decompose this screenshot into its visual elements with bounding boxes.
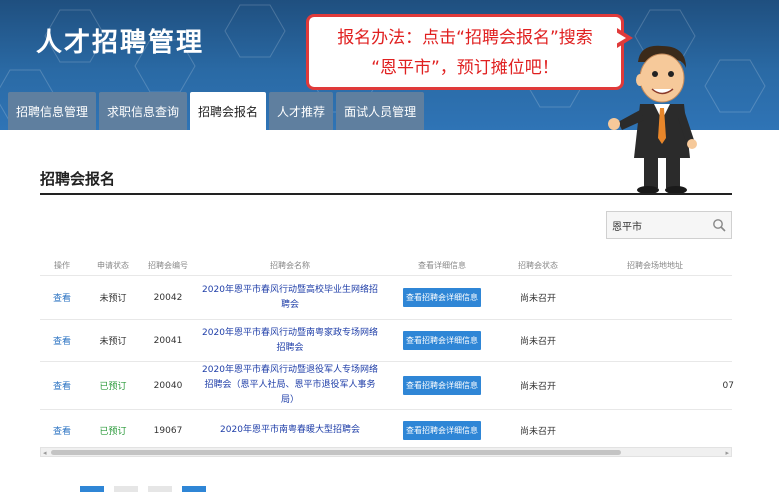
section-title: 招聘会报名 [40,170,116,188]
view-details-button[interactable]: 查看招聘会详细信息 [403,288,481,307]
callout-line-2: “恩平市”，预订摊位吧！ [371,58,559,78]
header-apply-status: 申请状态 [97,260,129,270]
fair-name-link[interactable]: 2020年恩平市春风行动暨高校毕业生网络招聘会 [194,283,386,313]
pagination-button[interactable] [148,486,172,492]
table-row: 查看 未预订 20042 2020年恩平市春风行动暨高校毕业生网络招聘会 查看招… [40,275,732,319]
callout-line-1: 报名办法：点击“招聘会报名”搜索 [337,28,593,48]
header-fair-id: 招聘会编号 [148,260,188,270]
job-fair-table: 操作 申请状态 招聘会编号 招聘会名称 查看详细信息 招聘会状态 招聘会场地地址… [40,255,734,451]
fair-id: 19067 [153,425,183,436]
callout-bubble: 报名办法：点击“招聘会报名”搜索 “恩平市”，预订摊位吧！ [306,14,624,90]
scroll-right-arrow-icon[interactable]: ▸ [725,449,729,457]
horizontal-scrollbar[interactable]: ◂ ▸ [40,447,732,457]
fair-name-link[interactable]: 2020年恩平市春风行动暨南粤家政专场网络招聘会 [194,326,386,356]
pagination-button[interactable] [182,486,206,492]
venue-address: 07 [722,380,734,391]
table-row: 查看 已预订 19067 2020年恩平市南粤春暖大型招聘会 查看招聘会详细信息… [40,409,732,451]
section-divider [40,193,732,195]
fair-status: 尚未召开 [519,337,556,347]
pagination-button[interactable] [80,486,104,492]
main-tabs: 招聘信息管理 求职信息查询 招聘会报名 人才推荐 面试人员管理 [8,92,427,130]
pagination-button[interactable] [114,486,138,492]
fair-status: 尚未召开 [519,382,556,392]
detail-cell: 查看招聘会详细信息 [386,331,498,350]
header-venue-address: 招聘会场地地址 [627,260,683,270]
fair-status: 尚未召开 [519,294,556,304]
fair-id: 20042 [153,292,183,303]
view-link[interactable]: 查看 [40,334,84,347]
fair-status: 尚未召开 [519,427,556,437]
header-fair-status: 招聘会状态 [518,260,558,270]
tab-job-search[interactable]: 求职信息查询 [99,92,188,130]
view-link[interactable]: 查看 [40,424,84,437]
search-input-value: 恩平市 [612,221,642,233]
detail-cell: 查看招聘会详细信息 [386,421,498,440]
apply-status: 未预订 [99,337,127,347]
scroll-left-arrow-icon[interactable]: ◂ [43,449,47,457]
header-fair-name: 招聘会名称 [270,260,310,270]
detail-cell: 查看招聘会详细信息 [386,376,498,395]
table-row: 查看 已预订 20040 2020年恩平市春风行动暨退役军人专场网络招聘会（恩平… [40,361,734,409]
pagination [80,486,206,492]
detail-cell: 查看招聘会详细信息 [386,288,498,307]
search-icon[interactable] [712,218,726,232]
view-details-button[interactable]: 查看招聘会详细信息 [403,331,481,350]
fair-name-link[interactable]: 2020年恩平市南粤春暖大型招聘会 [194,423,386,438]
tab-job-fair-signup[interactable]: 招聘会报名 [190,92,267,130]
view-link[interactable]: 查看 [40,291,84,304]
view-link[interactable]: 查看 [40,379,84,392]
header-details: 查看详细信息 [418,260,466,270]
view-details-button[interactable]: 查看招聘会详细信息 [403,421,481,440]
apply-status: 已预订 [99,382,127,392]
tab-talent-recommend[interactable]: 人才推荐 [269,92,334,130]
table-row: 查看 未预订 20041 2020年恩平市春风行动暨南粤家政专场网络招聘会 查看… [40,319,732,361]
apply-status: 已预订 [99,427,127,437]
scrollbar-thumb[interactable] [51,450,621,455]
fair-name-link[interactable]: 2020年恩平市春风行动暨退役军人专场网络招聘会（恩平人社局、恩平市退役军人事务… [194,363,386,408]
fair-id: 20040 [153,380,183,391]
header-operation: 操作 [54,260,70,270]
search-input[interactable]: 恩平市 [606,211,732,239]
cartoon-man-mascot-icon [608,45,697,194]
tab-interviewee-manage[interactable]: 面试人员管理 [336,92,425,130]
app-title: 人才招聘管理 [36,28,205,58]
fair-id: 20041 [153,335,183,346]
view-details-button[interactable]: 查看招聘会详细信息 [403,376,481,395]
table-header: 操作 申请状态 招聘会编号 招聘会名称 查看详细信息 招聘会状态 招聘会场地地址 [40,255,732,275]
tab-recruitment-info[interactable]: 招聘信息管理 [8,92,97,130]
apply-status: 未预订 [99,294,127,304]
